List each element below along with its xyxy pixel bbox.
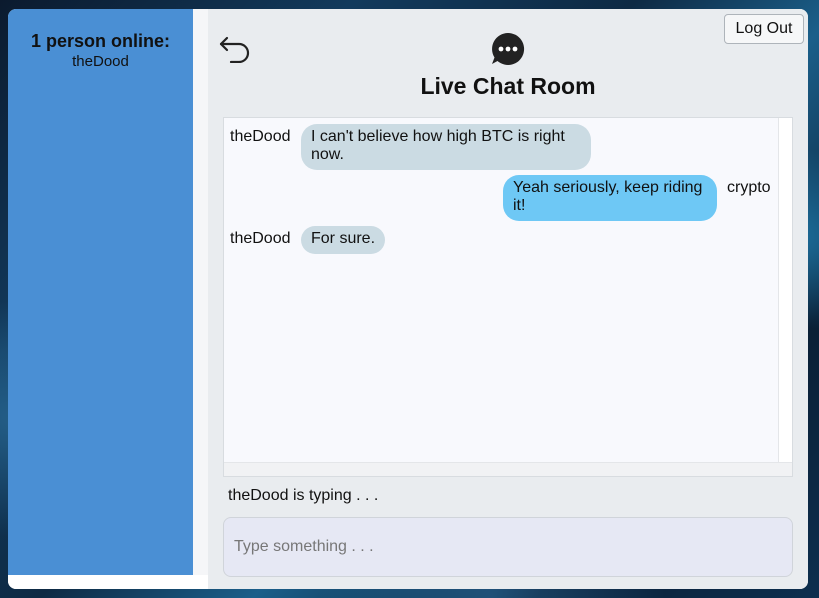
message-sender: crypto xyxy=(727,179,771,196)
sidebar-footer xyxy=(8,575,208,589)
message-bubble: I can't believe how high BTC is right no… xyxy=(301,124,591,170)
message-input[interactable] xyxy=(223,517,793,577)
message-bubble: Yeah seriously, keep riding it! xyxy=(503,175,717,221)
logout-button[interactable]: Log Out xyxy=(724,14,804,44)
horizontal-scrollbar[interactable] xyxy=(224,462,792,476)
message-sender: theDood xyxy=(230,230,291,247)
typing-indicator: theDood is typing . . . xyxy=(228,487,379,504)
message-sender: theDood xyxy=(230,128,291,145)
sidebar-divider xyxy=(193,9,208,575)
online-users-sidebar: 1 person online: theDood xyxy=(8,9,193,575)
message-row: Yeah seriously, keep riding it! crypto xyxy=(224,168,780,221)
page-title: Live Chat Room xyxy=(420,73,596,99)
message-row: theDood For sure. xyxy=(224,220,780,260)
message-bubble: For sure. xyxy=(301,226,386,254)
chat-app-window: 1 person online: theDood Log Out Live Ch… xyxy=(8,9,808,589)
message-list[interactable]: theDood I can't believe how high BTC is … xyxy=(223,117,793,477)
online-user-item: theDood xyxy=(72,53,129,70)
chat-bubble-icon xyxy=(490,31,526,67)
undo-arrow-icon[interactable] xyxy=(218,31,254,64)
online-count: 1 person online: xyxy=(30,31,171,51)
message-row: theDood I can't believe how high BTC is … xyxy=(224,118,780,170)
chat-main-panel: Log Out Live Chat Room theDood I can't b… xyxy=(208,9,808,589)
vertical-scrollbar[interactable] xyxy=(778,118,792,476)
